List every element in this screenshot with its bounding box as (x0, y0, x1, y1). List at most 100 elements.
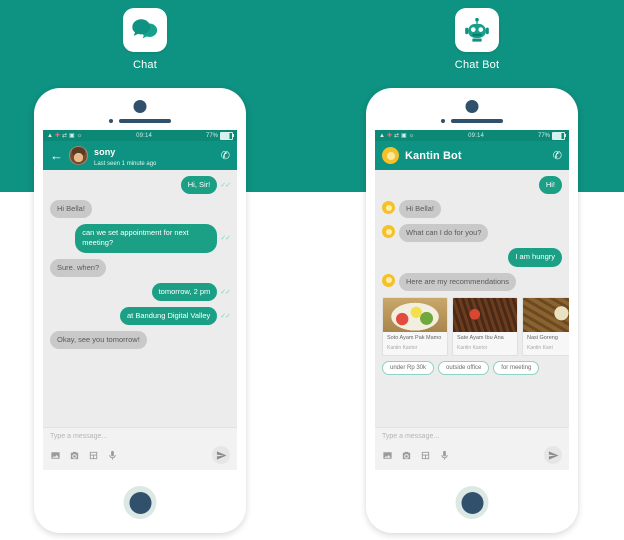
battery-icon (552, 131, 566, 140)
message-input[interactable]: Type a message... (50, 433, 230, 440)
sensor-dot-icon (441, 119, 445, 123)
soto-ayam-photo (383, 297, 447, 332)
message-bubble-incoming: Hi Bella! (399, 200, 441, 219)
message-bubble-incoming: Okay, see you tomorrow! (50, 330, 147, 349)
message-input[interactable]: Type a message... (382, 433, 562, 440)
recommendation-card[interactable]: Nasi Goreng Kantin Kant (522, 296, 569, 356)
message-row: Okay, see you tomorrow! (50, 330, 230, 349)
status-time: 09:14 (468, 132, 485, 139)
quick-reply-chips[interactable]: under Rp 30k outside office for meeting (382, 360, 562, 375)
app-label-chat: Chat (132, 59, 158, 71)
signal-icon: ▲ (379, 132, 385, 139)
sync-icon: ⇄ (393, 132, 400, 139)
screen-right: ▲ ✚ ⇄ ▣ ☼ 09:14 77% Kantin Bot ✆ Hi! Hi … (375, 130, 569, 470)
front-camera-icon (465, 100, 479, 113)
file-icon[interactable] (420, 450, 431, 461)
camera-icon[interactable] (401, 450, 412, 461)
card-title: Sate Ayam Ibu Ana (457, 334, 504, 341)
message-bubble-outgoing: at Bandung Digital Valley (120, 306, 218, 325)
home-button[interactable] (455, 486, 489, 519)
app-shortcut-chat-bot[interactable]: Chat Bot (417, 8, 537, 71)
message-row: tomorrow, 2 pm ✓✓ (50, 282, 231, 301)
status-bar-left: ▲ ✚ ⇄ ▣ ☼ 09:14 77% (43, 130, 237, 141)
camera-icon[interactable] (69, 450, 80, 461)
app-shortcut-chat[interactable]: Chat (85, 8, 205, 71)
microphone-icon[interactable] (107, 450, 118, 461)
message-row: Sure. when? (50, 258, 230, 277)
screen-left: ▲ ✚ ⇄ ▣ ☼ 09:14 77% ← sony Last seen 1 m… (43, 130, 237, 470)
avatar[interactable] (69, 146, 88, 165)
contact-name: sony (94, 147, 116, 158)
sound-icon: ☼ (76, 132, 83, 139)
home-button[interactable] (123, 486, 157, 519)
bluetooth-icon: ✚ (386, 132, 392, 139)
card-subtitle: Kantin Kant (527, 344, 553, 351)
chat-header-left: ← sony Last seen 1 minute ago ✆ (43, 141, 237, 170)
send-icon (216, 450, 227, 460)
status-time: 09:14 (136, 132, 153, 139)
phone-mockup-chat: ▲ ✚ ⇄ ▣ ☼ 09:14 77% ← sony Last seen 1 m… (34, 88, 246, 533)
chat-bubbles-icon[interactable] (123, 8, 167, 52)
sync-icon: ⇄ (61, 132, 68, 139)
message-row: Hi, Sir! ✓✓ (50, 176, 231, 195)
image-icon[interactable] (50, 450, 61, 461)
message-list-left[interactable]: Hi, Sir! ✓✓ Hi Bella! can we set appoint… (43, 170, 237, 427)
battery-percent: 77% (537, 132, 550, 139)
bot-avatar (382, 273, 395, 287)
bluetooth-icon: ✚ (54, 132, 60, 139)
quick-reply-chip[interactable]: under Rp 30k (382, 360, 435, 375)
read-receipt-icon: ✓✓ (220, 288, 231, 296)
message-row: Hi Bella! (382, 200, 562, 219)
message-row: Hi! (382, 176, 562, 195)
image-icon[interactable] (382, 450, 393, 461)
battery-icon (220, 131, 234, 140)
message-row: What can I do for you? (382, 224, 562, 243)
sate-ayam-photo (453, 297, 517, 332)
card-title: Soto Ayam Pak Mamo (387, 334, 442, 341)
message-row: Here are my recommendations (382, 272, 562, 291)
phone-mockup-chat-bot: ▲ ✚ ⇄ ▣ ☼ 09:14 77% Kantin Bot ✆ Hi! Hi … (366, 88, 578, 533)
bot-avatar (382, 201, 395, 215)
message-input-bar-right[interactable]: Type a message... (375, 427, 569, 470)
recommendation-carousel[interactable]: Soto Ayam Pak Mamo Kantin Kantor Sate Ay… (382, 296, 569, 356)
quick-reply-chip[interactable]: for meeting (493, 360, 540, 375)
call-icon[interactable]: ✆ (221, 149, 230, 162)
card-subtitle: Kantin Kantor (387, 344, 418, 351)
robot-icon[interactable] (455, 8, 499, 52)
quick-reply-chip[interactable]: outside office (438, 360, 490, 375)
sound-icon: ☼ (408, 132, 415, 139)
microphone-icon[interactable] (439, 450, 450, 461)
read-receipt-icon: ✓✓ (220, 312, 231, 320)
recommendation-card[interactable]: Soto Ayam Pak Mamo Kantin Kantor (382, 296, 448, 356)
message-input-bar-left[interactable]: Type a message... (43, 427, 237, 470)
send-button[interactable] (544, 446, 562, 464)
message-bubble-incoming: Here are my recommendations (399, 272, 516, 291)
back-button[interactable]: ← (50, 149, 63, 162)
battery-percent: 77% (205, 132, 218, 139)
bot-avatar[interactable] (382, 147, 399, 164)
status-bar-right: ▲ ✚ ⇄ ▣ ☼ 09:14 77% (375, 130, 569, 141)
app-label-chat-bot: Chat Bot (454, 59, 500, 71)
earpiece-speaker (441, 119, 503, 123)
home-button-inner (129, 491, 151, 514)
sim-icon: ▣ (69, 132, 75, 139)
speaker-grille-icon (119, 119, 171, 123)
contact-status: Last seen 1 minute ago (94, 161, 157, 168)
message-bubble-incoming: What can I do for you? (399, 224, 489, 243)
signal-icon: ▲ (47, 132, 53, 139)
message-bubble-incoming: Hi Bella! (50, 200, 92, 219)
bot-name: Kantin Bot (405, 150, 462, 163)
message-list-right[interactable]: Hi! Hi Bella! What can I do for you? I a… (375, 170, 569, 427)
send-icon (548, 450, 559, 460)
home-button-inner (461, 491, 483, 514)
card-title: Nasi Goreng (527, 334, 558, 341)
message-bubble-outgoing: I am hungry (508, 248, 562, 267)
file-icon[interactable] (88, 450, 99, 461)
read-receipt-icon: ✓✓ (220, 182, 231, 190)
recommendation-card[interactable]: Sate Ayam Ibu Ana Kantin Kantor (452, 296, 518, 356)
send-button[interactable] (212, 446, 230, 464)
call-icon[interactable]: ✆ (553, 149, 562, 162)
sensor-dot-icon (109, 119, 113, 123)
front-camera-icon (133, 100, 147, 113)
message-bubble-incoming: Sure. when? (50, 258, 107, 277)
